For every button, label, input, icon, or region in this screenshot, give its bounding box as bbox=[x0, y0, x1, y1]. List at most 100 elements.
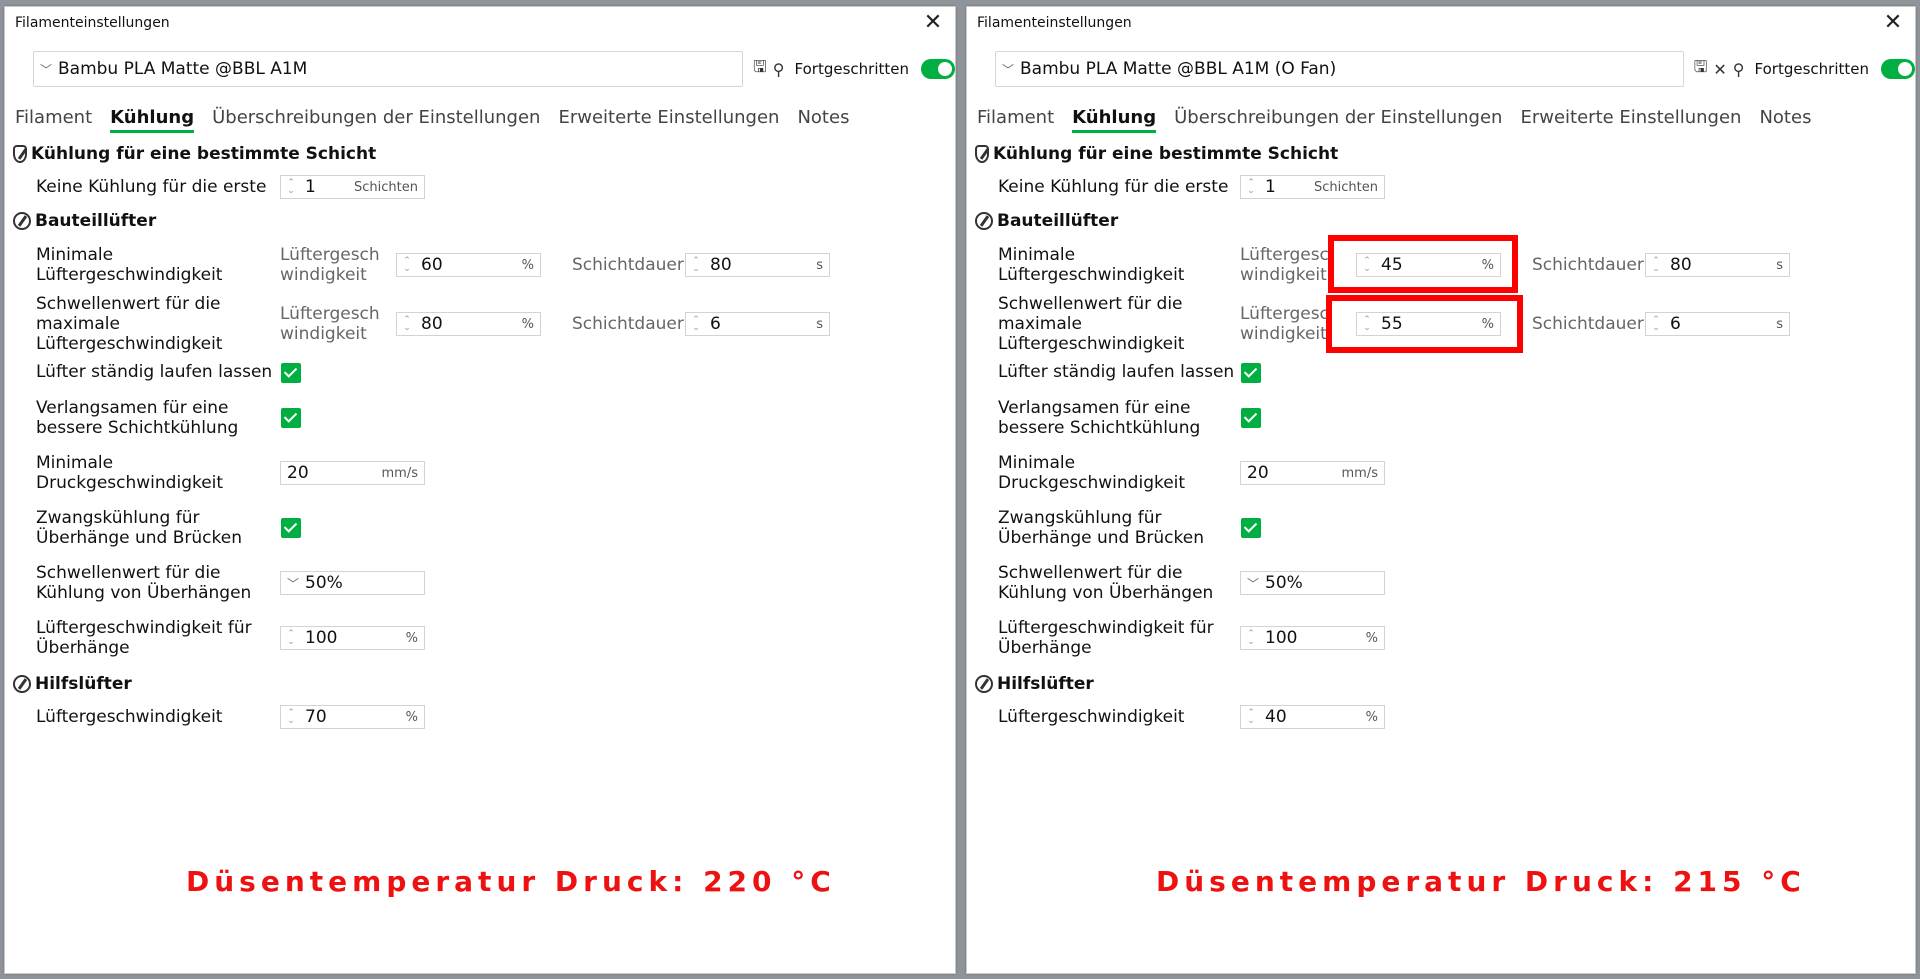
min-print-speed-label: Minimale Druckgeschwindigkeit bbox=[36, 453, 224, 493]
no-cooling-layers-input[interactable]: ⌃ ⌄ 1 Schichten bbox=[280, 175, 425, 199]
tab-cooling[interactable]: Kühlung bbox=[1072, 107, 1157, 133]
min-layer-time-input[interactable]: ⌃ ⌄ 80 s bbox=[1645, 253, 1790, 277]
fan-speed-sublabel: Lüftergesc windigkeit bbox=[1240, 304, 1329, 344]
section-title: Bauteillüfter bbox=[35, 211, 157, 231]
advanced-label: Fortgeschritten bbox=[794, 60, 909, 78]
spinner-icon[interactable]: ⌃ ⌄ bbox=[1648, 257, 1664, 274]
layer-time-label: Schichtdauer bbox=[1532, 255, 1644, 275]
slow-down-checkbox[interactable] bbox=[1241, 408, 1261, 428]
spinner-icon[interactable]: ⌃ ⌄ bbox=[688, 257, 704, 274]
tab-advanced[interactable]: Erweiterte Einstellungen bbox=[1520, 107, 1741, 133]
chevron-down-icon: ﹀ bbox=[1247, 576, 1260, 591]
min-layer-time-input[interactable]: ⌃ ⌄ 80 s bbox=[685, 253, 830, 277]
preset-dropdown[interactable]: ﹀ Bambu PLA Matte @BBL A1M (O Fan) bbox=[995, 51, 1684, 87]
field-value: 80 bbox=[710, 255, 732, 275]
overhang-threshold-dropdown[interactable]: ﹀ 50% bbox=[1240, 571, 1385, 595]
section-title: Hilfslüfter bbox=[997, 674, 1094, 694]
tab-notes[interactable]: Notes bbox=[797, 107, 849, 133]
window-title: Filamenteinstellungen bbox=[15, 15, 170, 31]
tab-cooling[interactable]: Kühlung bbox=[110, 107, 195, 133]
spinner-icon[interactable]: ⌃ ⌄ bbox=[1648, 316, 1664, 333]
layer-time-label: Schichtdauer bbox=[1532, 314, 1644, 334]
discard-icon[interactable]: ✕ bbox=[1713, 60, 1726, 79]
save-icon[interactable]: 🖫 bbox=[753, 56, 767, 83]
min-fan-label: Minimale Lüftergeschwindigkeit bbox=[998, 245, 1185, 285]
slow-down-checkbox[interactable] bbox=[281, 408, 301, 428]
spinner-icon[interactable]: ⌃ ⌄ bbox=[283, 709, 299, 726]
fan-speed-sublabel: Lüftergesch windigkeit bbox=[280, 304, 380, 344]
aux-fan-speed-input[interactable]: ⌃ ⌄ 40 % bbox=[1240, 705, 1385, 729]
nozzle-temp-caption: Düsentemperatur Druck: 220 °C bbox=[186, 865, 836, 898]
field-value: 40 bbox=[1265, 707, 1287, 727]
preset-name: Bambu PLA Matte @BBL A1M bbox=[58, 59, 308, 79]
section-title: Kühlung für eine bestimmte Schicht bbox=[993, 144, 1339, 164]
aux-fan-speed-input[interactable]: ⌃ ⌄ 70 % bbox=[280, 705, 425, 729]
section-part-fan: Bauteillüfter bbox=[13, 211, 156, 231]
overhang-threshold-dropdown[interactable]: ﹀ 50% bbox=[280, 571, 425, 595]
chevron-down-icon: ﹀ bbox=[1002, 62, 1015, 77]
spinner-icon[interactable]: ⌃ ⌄ bbox=[283, 179, 299, 196]
search-icon[interactable]: ⚲ bbox=[1733, 60, 1745, 79]
max-layer-time-input[interactable]: ⌃ ⌄ 6 s bbox=[685, 312, 830, 336]
field-value: 20 bbox=[287, 463, 309, 483]
advanced-toggle[interactable] bbox=[921, 59, 955, 79]
spinner-icon[interactable]: ⌃ ⌄ bbox=[1243, 179, 1259, 196]
field-unit: s bbox=[1776, 316, 1783, 332]
field-unit: Schichten bbox=[1314, 179, 1378, 195]
min-print-speed-input[interactable]: 20 mm/s bbox=[280, 461, 425, 485]
field-unit: % bbox=[1365, 630, 1378, 646]
tab-filament[interactable]: Filament bbox=[977, 107, 1054, 133]
keep-fan-checkbox[interactable] bbox=[1241, 363, 1261, 383]
spinner-icon[interactable]: ⌃ ⌄ bbox=[399, 257, 415, 274]
field-unit: % bbox=[405, 709, 418, 725]
field-unit: mm/s bbox=[381, 465, 418, 481]
tab-notes[interactable]: Notes bbox=[1759, 107, 1811, 133]
min-fan-speed-input[interactable]: ⌃ ⌄ 60 % bbox=[396, 253, 541, 277]
field-value: 100 bbox=[1265, 628, 1298, 648]
force-cooling-checkbox[interactable] bbox=[281, 518, 301, 538]
section-part-fan: Bauteillüfter bbox=[975, 211, 1118, 231]
tab-advanced[interactable]: Erweiterte Einstellungen bbox=[558, 107, 779, 133]
overhang-fan-speed-input[interactable]: ⌃ ⌄ 100 % bbox=[1240, 626, 1385, 650]
fan-icon bbox=[13, 212, 31, 230]
field-unit: % bbox=[521, 316, 534, 332]
force-cooling-checkbox[interactable] bbox=[1241, 518, 1261, 538]
keep-fan-label: Lüfter ständig laufen lassen bbox=[998, 362, 1235, 382]
no-cooling-layers-input[interactable]: ⌃ ⌄ 1 Schichten bbox=[1240, 175, 1385, 199]
spinner-icon[interactable]: ⌃ ⌄ bbox=[399, 316, 415, 333]
section-aux-fan: Hilfslüfter bbox=[975, 674, 1094, 694]
field-unit: s bbox=[1776, 257, 1783, 273]
overhang-fan-label: Lüftergeschwindigkeit für Überhänge bbox=[998, 618, 1214, 658]
preset-dropdown[interactable]: ﹀ Bambu PLA Matte @BBL A1M bbox=[33, 51, 744, 87]
field-unit: % bbox=[1365, 709, 1378, 725]
advanced-toggle[interactable] bbox=[1881, 59, 1915, 79]
max-fan-speed-input[interactable]: ⌃ ⌄ 80 % bbox=[396, 312, 541, 336]
tab-overrides[interactable]: Überschreibungen der Einstellungen bbox=[212, 107, 540, 133]
save-icon[interactable]: 🖫 bbox=[1694, 56, 1708, 83]
tab-filament[interactable]: Filament bbox=[15, 107, 92, 133]
keep-fan-label: Lüfter ständig laufen lassen bbox=[36, 362, 273, 382]
thermometer-icon bbox=[13, 145, 27, 163]
spinner-icon[interactable]: ⌃ ⌄ bbox=[1243, 709, 1259, 726]
close-icon[interactable]: ✕ bbox=[921, 12, 945, 34]
section-title: Bauteillüfter bbox=[997, 211, 1119, 231]
spinner-icon[interactable]: ⌃ ⌄ bbox=[283, 630, 299, 647]
tab-bar: Filament Kühlung Überschreibungen der Ei… bbox=[15, 107, 849, 133]
overhang-fan-speed-input[interactable]: ⌃ ⌄ 100 % bbox=[280, 626, 425, 650]
search-icon[interactable]: ⚲ bbox=[773, 60, 785, 79]
spinner-icon[interactable]: ⌃ ⌄ bbox=[1243, 630, 1259, 647]
keep-fan-checkbox[interactable] bbox=[281, 363, 301, 383]
tab-overrides[interactable]: Überschreibungen der Einstellungen bbox=[1174, 107, 1502, 133]
title-bar: Filamenteinstellungen ✕ bbox=[967, 7, 1915, 39]
field-value: 1 bbox=[305, 177, 316, 197]
no-cooling-label: Keine Kühlung für die erste bbox=[36, 177, 267, 197]
section-layer-cooling: Kühlung für eine bestimmte Schicht bbox=[975, 144, 1338, 164]
min-print-speed-input[interactable]: 20 mm/s bbox=[1240, 461, 1385, 485]
max-layer-time-input[interactable]: ⌃ ⌄ 6 s bbox=[1645, 312, 1790, 336]
slow-down-label: Verlangsamen für eine bessere Schichtkühl… bbox=[36, 398, 239, 438]
close-icon[interactable]: ✕ bbox=[1881, 12, 1905, 34]
layer-time-label: Schichtdauer bbox=[572, 255, 684, 275]
spinner-icon[interactable]: ⌃ ⌄ bbox=[688, 316, 704, 333]
tab-bar: Filament Kühlung Überschreibungen der Ei… bbox=[977, 107, 1811, 133]
highlight-box-max-fan bbox=[1326, 295, 1523, 353]
